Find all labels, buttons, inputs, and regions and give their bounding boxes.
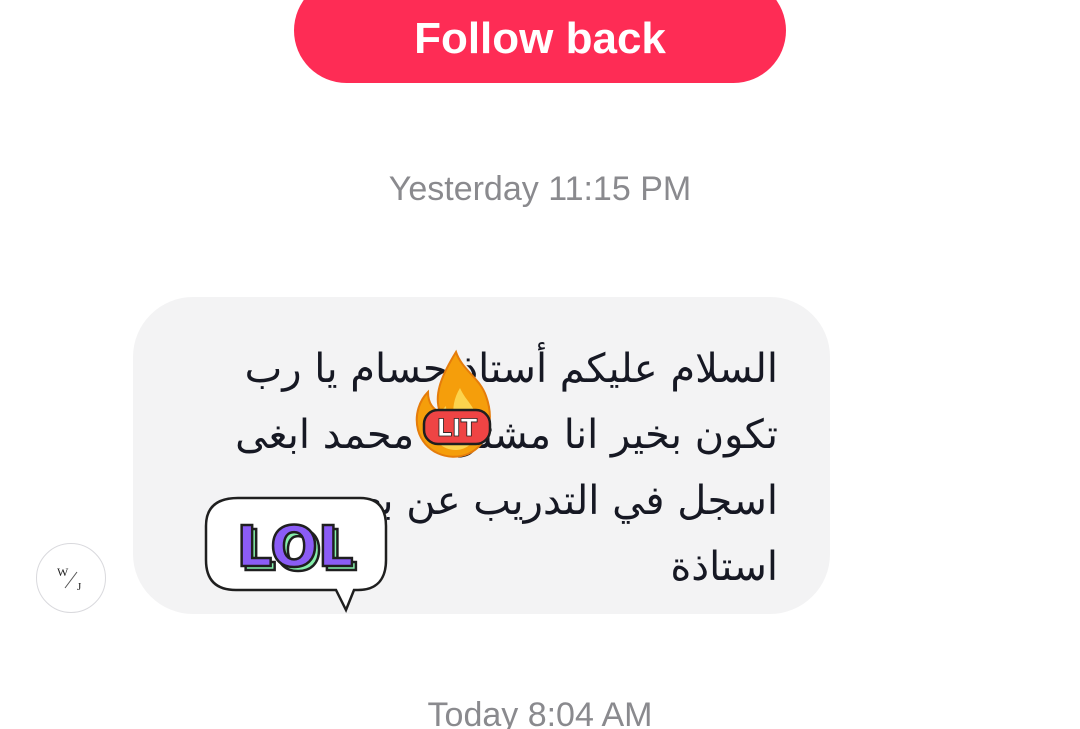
avatar[interactable]: W J — [36, 543, 106, 613]
lit-sticker-label: LIT — [437, 414, 478, 442]
lol-sticker-label: LOL — [237, 515, 354, 580]
chat-screen: Follow back Yesterday 11:15 PM W J السلا… — [0, 0, 1080, 729]
fire-icon: LIT — [415, 349, 492, 458]
avatar-monogram-bottom: J — [77, 581, 82, 593]
avatar-monogram-icon: W J — [57, 565, 82, 593]
lol-sticker[interactable]: LOL LOL — [200, 490, 390, 614]
timestamp-today: Today 8:04 AM — [427, 696, 653, 729]
timestamp-yesterday: Yesterday 11:15 PM — [388, 170, 692, 208]
avatar-monogram-top: W — [57, 565, 69, 579]
follow-back-button[interactable]: Follow back — [294, 0, 786, 83]
lit-sticker[interactable]: LIT — [410, 348, 502, 460]
speech-bubble-icon: LOL LOL — [204, 496, 388, 614]
